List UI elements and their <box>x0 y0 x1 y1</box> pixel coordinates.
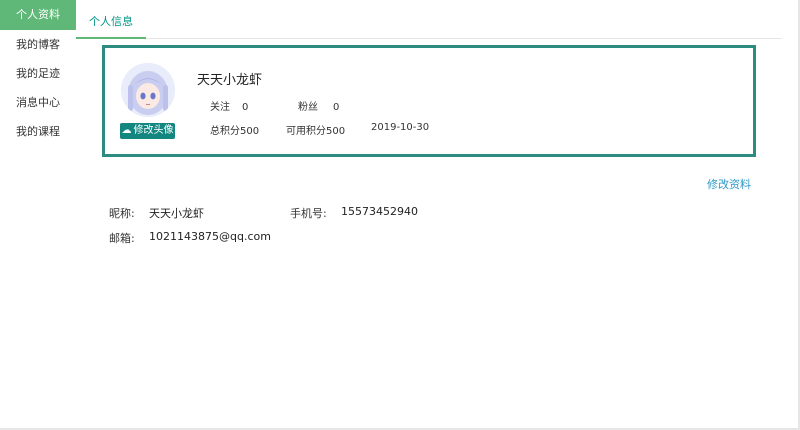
email-label: 邮箱: <box>109 232 135 245</box>
follow-stat: 关注 0 <box>210 98 248 113</box>
sidebar-item-messages[interactable]: 消息中心 <box>0 88 76 117</box>
tab-personal-info[interactable]: 个人信息 <box>76 0 146 39</box>
fans-stat: 粉丝 0 <box>298 98 339 113</box>
sidebar: 个人资料 我的博客 我的足迹 消息中心 我的课程 <box>0 0 76 146</box>
join-date: 2019-10-30 <box>371 122 430 133</box>
change-avatar-button[interactable]: ☁ 修改头像 <box>120 123 175 139</box>
profile-card: ☁ 修改头像 天天小龙虾 关注 0 粉丝 0 总积分500 可用积分500 2019-… <box>102 45 756 157</box>
email-value: 1021143875@qq.com <box>149 230 271 243</box>
avatar-image <box>121 63 175 117</box>
edit-profile-link[interactable]: 修改资料 <box>707 176 751 192</box>
fans-count: 0 <box>333 102 340 113</box>
phone-value: 15573452940 <box>341 205 418 218</box>
change-avatar-label: 修改头像 <box>133 125 174 136</box>
sidebar-item-profile[interactable]: 个人资料 <box>0 0 76 30</box>
total-points: 总积分500 <box>210 126 260 137</box>
profile-username: 天天小龙虾 <box>197 73 263 88</box>
sidebar-item-blog[interactable]: 我的博客 <box>0 30 76 59</box>
follow-count: 0 <box>242 102 249 113</box>
sidebar-item-courses[interactable]: 我的课程 <box>0 117 76 146</box>
sidebar-item-footprints[interactable]: 我的足迹 <box>0 59 76 88</box>
follow-label: 关注 <box>210 102 230 113</box>
avatar[interactable] <box>121 63 175 117</box>
fans-label: 粉丝 <box>298 102 318 113</box>
phone-label: 手机号: <box>290 207 327 220</box>
tab-bar: 个人信息 <box>76 0 782 39</box>
nickname-value: 天天小龙虾 <box>149 207 204 220</box>
cloud-upload-icon: ☁ <box>121 125 132 136</box>
nickname-label: 昵称: <box>109 207 135 220</box>
available-points: 可用积分500 <box>286 126 346 137</box>
